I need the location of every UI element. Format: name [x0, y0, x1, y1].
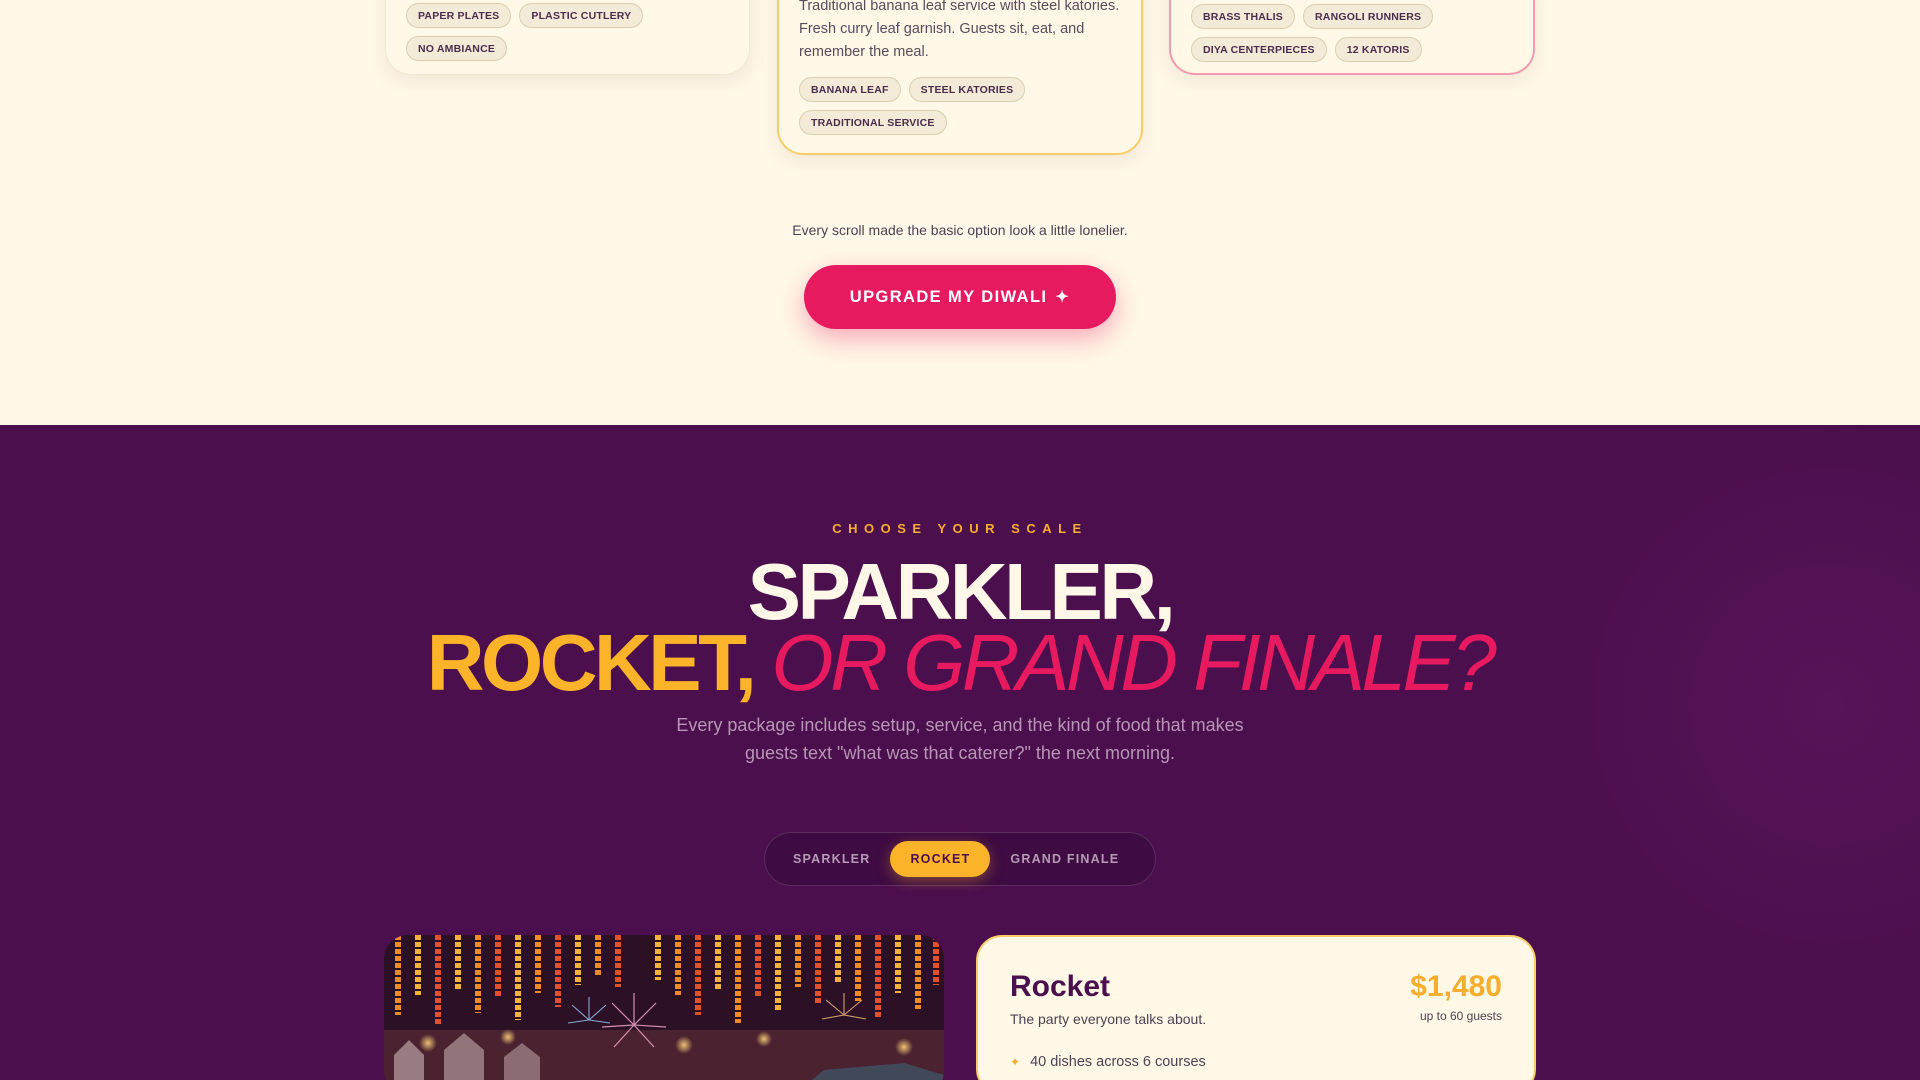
package-name: Rocket	[1010, 970, 1111, 1003]
diwali-scene-illustration	[384, 935, 944, 1080]
cta-label: UPGRADE MY DIWALI	[849, 287, 1048, 306]
tag: STEEL KATORIES	[908, 77, 1026, 102]
premium-tags: BRASS THALIS RANGOLI RUNNERS DIYA CENTER…	[1191, 4, 1521, 62]
comparison-note: Every scroll made the basic option look …	[792, 222, 1128, 238]
tag: PAPER PLATES	[406, 3, 512, 28]
section-subtitle: Every package includes setup, service, a…	[676, 715, 1244, 763]
package-tagline: The party everyone talks about.	[1010, 1011, 1207, 1027]
feature-item: ✦ 40 dishes across 6 courses	[1010, 1054, 1206, 1070]
traditional-package-card: Traditional banana leaf service with ste…	[777, 0, 1143, 155]
traditional-tags: BANANA LEAF STEEL KATORIES TRADITIONAL S…	[799, 77, 1129, 135]
section-eyebrow: CHOOSE YOUR SCALE	[832, 521, 1088, 536]
upgrade-diwali-button[interactable]: UPGRADE MY DIWALI ✦	[804, 265, 1116, 329]
diwali-celebration-image	[384, 935, 944, 1080]
card-description: Traditional banana leaf service with ste…	[799, 0, 1120, 60]
tag: BANANA LEAF	[799, 77, 901, 102]
tag: PLASTIC CUTLERY	[519, 3, 644, 28]
package-comparison-section: PAPER PLATES PLASTIC CUTLERY NO AMBIANCE…	[0, 0, 1920, 425]
headline-line2: ROCKET, OR GRAND FINALE?	[0, 618, 1920, 708]
feature-text: 40 dishes across 6 courses	[1030, 1054, 1206, 1070]
headline-rocket: ROCKET,	[426, 618, 757, 707]
basic-package-card: PAPER PLATES PLASTIC CUTLERY NO AMBIANCE	[385, 0, 750, 75]
tag: 12 KATORIS	[1334, 37, 1422, 62]
tag: RANGOLI RUNNERS	[1303, 4, 1434, 29]
package-tab-switcher: SPARKLER ROCKET GRAND FINALE	[764, 832, 1156, 886]
premium-package-card: BRASS THALIS RANGOLI RUNNERS DIYA CENTER…	[1169, 0, 1535, 75]
rocket-package-card: Rocket The party everyone talks about. $…	[976, 935, 1536, 1080]
package-guest-count: up to 60 guests	[1419, 1009, 1502, 1023]
tag: BRASS THALIS	[1191, 4, 1295, 29]
tag: TRADITIONAL SERVICE	[799, 110, 947, 135]
basic-tags: PAPER PLATES PLASTIC CUTLERY NO AMBIANCE	[406, 3, 736, 61]
package-price: $1,480	[1410, 970, 1502, 1003]
tag: DIYA CENTERPIECES	[1191, 37, 1327, 62]
tab-rocket[interactable]: ROCKET	[890, 841, 991, 877]
tab-sparkler[interactable]: SPARKLER	[773, 841, 890, 877]
choose-scale-section: CHOOSE YOUR SCALE SPARKLER, ROCKET, OR GR…	[0, 425, 1920, 1080]
tag: NO AMBIANCE	[406, 36, 508, 61]
sparkle-icon: ✦	[1055, 289, 1071, 306]
headline-grand-finale: OR GRAND FINALE?	[771, 618, 1496, 707]
sparkle-bullet-icon: ✦	[1010, 1055, 1021, 1069]
tab-grand-finale[interactable]: GRAND FINALE	[990, 841, 1139, 877]
